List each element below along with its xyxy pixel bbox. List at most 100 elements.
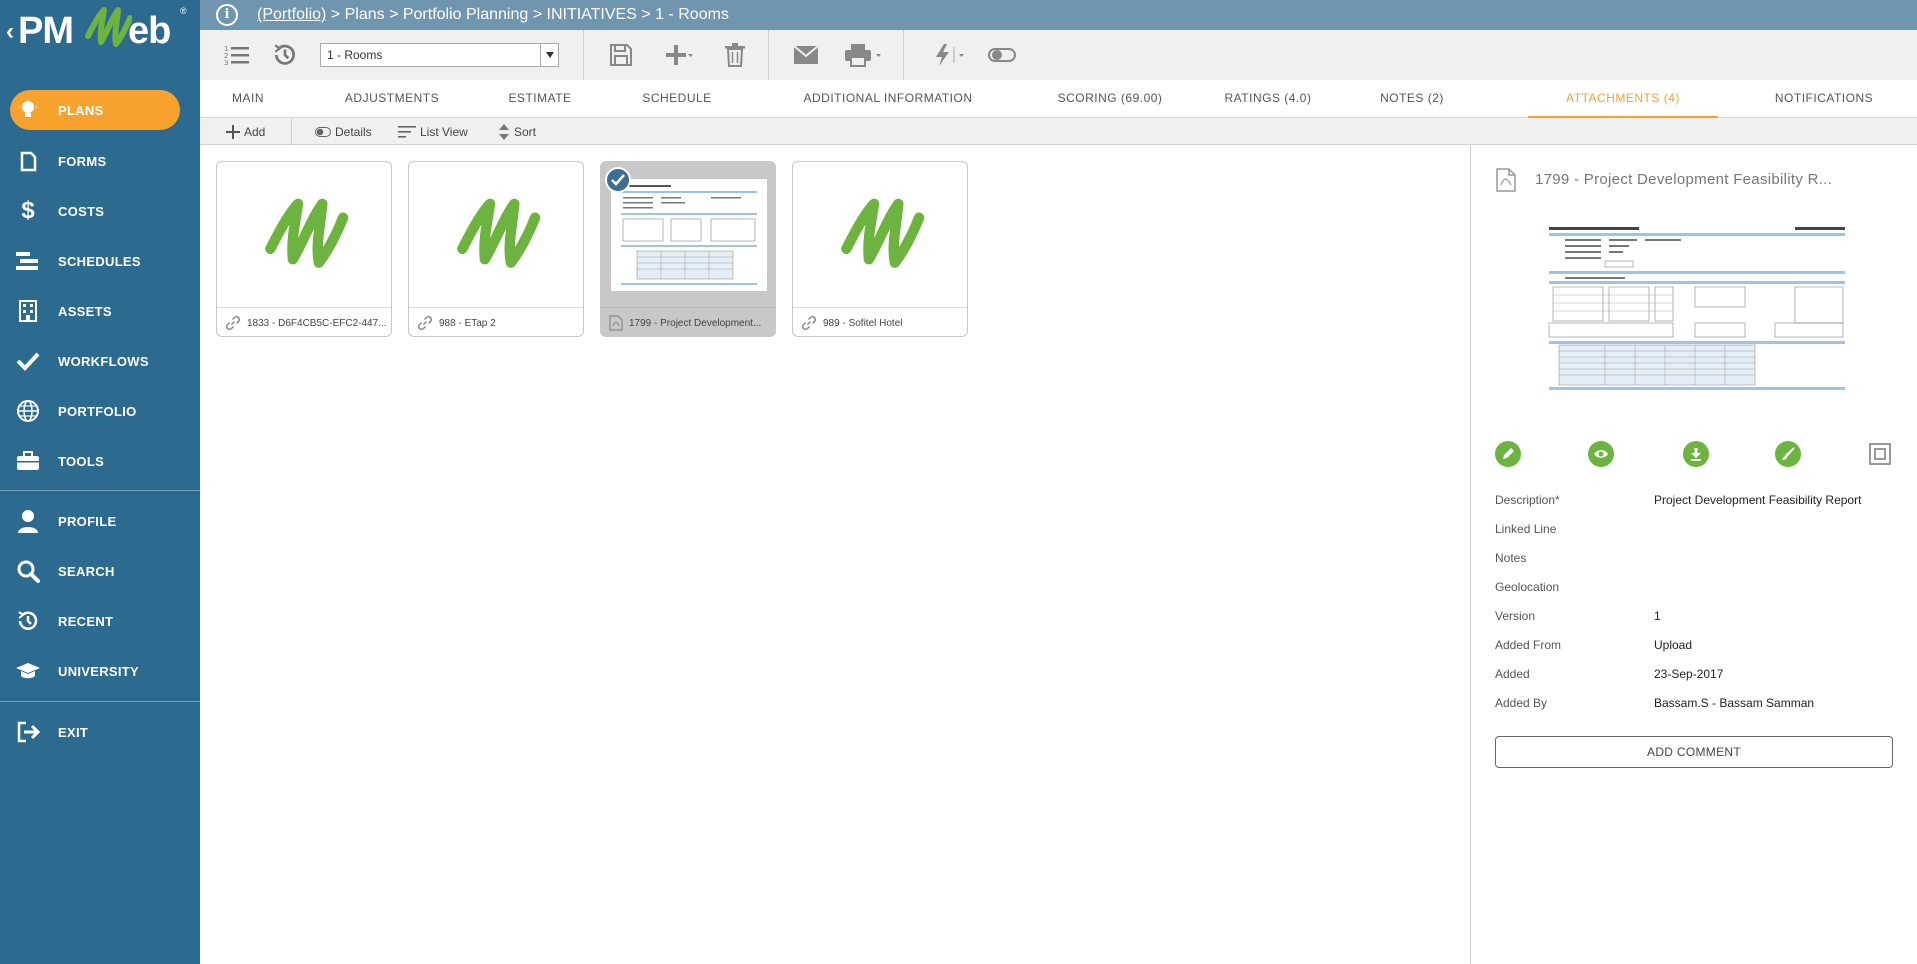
sort-label: Sort xyxy=(514,125,537,139)
save-icon[interactable] xyxy=(606,40,636,70)
history-icon[interactable] xyxy=(270,40,300,70)
print-dropdown-button[interactable] xyxy=(840,40,888,70)
toggle-icon xyxy=(315,127,331,137)
tab-additional-information[interactable]: ADDITIONAL INFORMATION xyxy=(778,80,998,118)
details-label: Details xyxy=(335,125,372,139)
property-label: Geolocation xyxy=(1495,580,1560,594)
toolbar-divider xyxy=(903,30,904,80)
list-numbered-icon[interactable]: 123 xyxy=(222,40,252,70)
expand-icon[interactable] xyxy=(1867,441,1893,467)
history-icon xyxy=(14,607,42,635)
sidebar-item-forms[interactable]: FORMS xyxy=(0,141,200,181)
sidebar-item-label: SCHEDULES xyxy=(58,253,141,269)
document-preview[interactable] xyxy=(1545,223,1849,393)
logo-w-icon xyxy=(85,7,132,47)
pdf-file-icon xyxy=(609,315,623,331)
sidebar-item-label: EXIT xyxy=(58,724,89,740)
sidebar-item-search[interactable]: SEARCH xyxy=(0,551,200,591)
attachment-thumbnail xyxy=(409,162,583,307)
sidebar: ‹ PM eb ® PLANS FORMS $ COSTS SCHEDULES xyxy=(0,0,200,964)
attachment-details-panel: 1799 - Project Development Feasibility R… xyxy=(1471,145,1917,964)
property-label: Added xyxy=(1495,667,1530,681)
add-comment-button[interactable]: ADD COMMENT xyxy=(1495,736,1893,768)
sidebar-item-profile[interactable]: PROFILE xyxy=(0,501,200,541)
list-view-button[interactable]: List View xyxy=(398,122,468,142)
attachment-card[interactable]: 989 - Sofitel Hotel xyxy=(792,161,968,337)
link-icon xyxy=(801,315,817,331)
edit-icon[interactable] xyxy=(1495,441,1521,467)
building-icon xyxy=(14,297,42,325)
record-select[interactable]: 1 - Rooms xyxy=(320,43,559,67)
sidebar-item-label: UNIVERSITY xyxy=(58,663,140,679)
attachment-thumbnail xyxy=(217,162,391,307)
property-label: Version xyxy=(1495,609,1536,623)
add-attachment-button[interactable]: Add xyxy=(226,122,265,142)
tab-ratings[interactable]: RATINGS (4.0) xyxy=(1208,80,1328,118)
plus-icon xyxy=(226,125,240,139)
sidebar-item-tools[interactable]: TOOLS xyxy=(0,441,200,481)
attachment-card-selected[interactable]: 1799 - Project Development... xyxy=(600,161,776,337)
pmweb-w-logo-icon xyxy=(457,198,541,268)
printer-icon xyxy=(845,44,881,67)
markup-brush-icon[interactable] xyxy=(1775,441,1801,467)
sidebar-item-assets[interactable]: ASSETS xyxy=(0,291,200,331)
sidebar-item-recent[interactable]: RECENT xyxy=(0,601,200,641)
tab-notifications[interactable]: NOTIFICATIONS xyxy=(1750,80,1898,118)
sidebar-item-workflows[interactable]: WORKFLOWS xyxy=(0,341,200,381)
sort-button[interactable]: Sort xyxy=(498,122,536,142)
list-view-icon xyxy=(398,126,416,138)
link-icon xyxy=(225,315,241,331)
sidebar-item-schedules[interactable]: SCHEDULES xyxy=(0,241,200,281)
quick-actions-dropdown-button[interactable] xyxy=(930,40,974,70)
add-dropdown-button[interactable] xyxy=(656,40,702,70)
email-icon[interactable] xyxy=(791,40,821,70)
record-select-value: 1 - Rooms xyxy=(327,48,383,62)
sidebar-item-university[interactable]: UNIVERSITY xyxy=(0,651,200,691)
globe-icon xyxy=(14,397,42,425)
attachment-name: 989 - Sofitel Hotel xyxy=(823,317,903,329)
attachment-card[interactable]: 1833 - D6F4CB5C-EFC2-447... xyxy=(216,161,392,337)
tab-main[interactable]: MAIN xyxy=(200,80,296,118)
details-toggle[interactable]: Details xyxy=(315,122,372,142)
plus-icon xyxy=(666,45,693,65)
tab-attachments[interactable]: ATTACHMENTS (4) xyxy=(1528,80,1718,118)
toggle-icon[interactable] xyxy=(987,40,1017,70)
tab-notes[interactable]: NOTES (2) xyxy=(1362,80,1462,118)
attachment-card[interactable]: 988 - ETap 2 xyxy=(408,161,584,337)
sidebar-item-portfolio[interactable]: PORTFOLIO xyxy=(0,391,200,431)
selected-check-icon xyxy=(605,167,631,193)
chevron-down-icon[interactable] xyxy=(540,44,558,66)
tab-adjustments[interactable]: ADJUSTMENTS xyxy=(318,80,466,118)
sidebar-item-exit[interactable]: EXIT xyxy=(0,712,200,752)
breadcrumb-link-portfolio[interactable]: (Portfolio) xyxy=(257,6,326,23)
list-view-label: List View xyxy=(420,125,468,139)
sidebar-divider xyxy=(0,701,200,702)
sidebar-item-label: PROFILE xyxy=(58,513,117,529)
view-icon[interactable] xyxy=(1588,441,1614,467)
delete-icon[interactable] xyxy=(720,40,750,70)
gantt-icon xyxy=(14,247,42,275)
download-icon[interactable] xyxy=(1683,441,1709,467)
sidebar-item-plans[interactable]: PLANS xyxy=(0,90,200,130)
lightbulb-icon xyxy=(14,96,42,124)
toolbox-icon xyxy=(14,447,42,475)
document-icon xyxy=(14,147,42,175)
info-icon[interactable]: i xyxy=(216,4,238,26)
sidebar-item-label: RECENT xyxy=(58,613,114,629)
sidebar-item-costs[interactable]: $ COSTS xyxy=(0,191,200,231)
pdf-file-icon xyxy=(1496,168,1516,192)
document-preview-thumbnail xyxy=(611,178,767,291)
attachments-toolbar: Add Details List View Sort xyxy=(200,118,1917,145)
tab-schedule[interactable]: SCHEDULE xyxy=(618,80,736,118)
pmweb-logo[interactable]: ‹ PM eb ® xyxy=(0,0,200,60)
lightning-icon xyxy=(936,44,964,66)
graduation-cap-icon xyxy=(14,657,42,685)
tab-scoring[interactable]: SCORING (69.00) xyxy=(1042,80,1178,118)
add-label: Add xyxy=(244,125,266,139)
logo-registered-mark: ® xyxy=(180,6,187,16)
toolbar-divider xyxy=(583,30,584,80)
logo-text-eb: eb xyxy=(128,10,171,52)
back-chevron-icon[interactable]: ‹ xyxy=(6,18,14,46)
property-label: Added From xyxy=(1495,638,1562,652)
tab-estimate[interactable]: ESTIMATE xyxy=(486,80,594,118)
